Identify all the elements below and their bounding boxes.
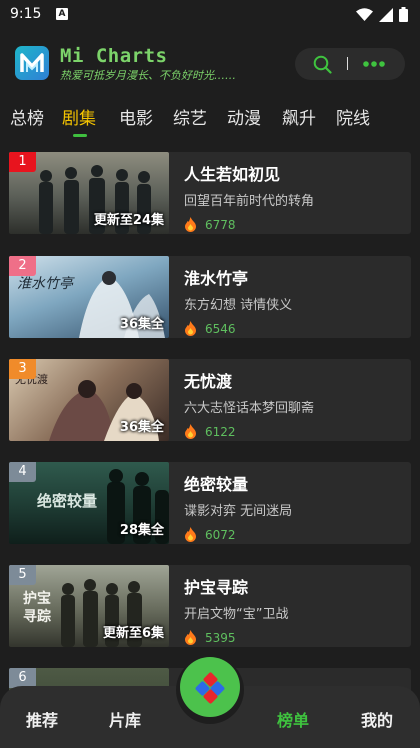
heat-score: 6072 bbox=[205, 528, 236, 542]
battery-icon bbox=[399, 7, 408, 22]
svg-text:绝密较量: 绝密较量 bbox=[37, 492, 97, 510]
poster-image: 1 更新至24集 bbox=[9, 152, 169, 234]
tab-anime[interactable]: 动漫 bbox=[227, 104, 261, 129]
fire-icon bbox=[185, 321, 196, 336]
fire-icon bbox=[185, 217, 196, 232]
list-item[interactable]: 护宝 寻踪 5 更新至6集 护宝寻踪 开启文物“宝”卫战 5395 bbox=[9, 565, 411, 647]
cube-icon bbox=[195, 672, 225, 704]
svg-text:淮水竹亭: 淮水竹亭 bbox=[17, 276, 75, 292]
list-item[interactable]: 绝密较量 4 28集全 绝密较量 谍影对弈 无间迷局 6072 bbox=[9, 462, 411, 544]
rank-badge: 1 bbox=[9, 152, 36, 172]
fire-icon bbox=[185, 527, 196, 542]
show-title: 护宝寻踪 bbox=[184, 578, 249, 597]
tab-cinema[interactable]: 院线 bbox=[336, 104, 370, 129]
heat-score: 6546 bbox=[205, 322, 236, 336]
wifi-icon bbox=[356, 7, 373, 21]
tab-variety[interactable]: 综艺 bbox=[173, 104, 207, 129]
episode-status: 36集全 bbox=[119, 317, 164, 332]
heat-score: 5395 bbox=[205, 631, 236, 645]
status-time: 9:15 bbox=[10, 6, 42, 22]
episode-status: 更新至24集 bbox=[93, 213, 164, 228]
center-action-button[interactable] bbox=[180, 657, 240, 717]
rank-badge: 6 bbox=[9, 668, 36, 688]
pill-divider bbox=[347, 57, 348, 70]
poster-image: 无忧渡 3 36集全 bbox=[9, 359, 169, 441]
poster-image: 绝密较量 4 28集全 bbox=[9, 462, 169, 544]
fire-icon bbox=[185, 630, 196, 645]
header-actions bbox=[295, 48, 405, 80]
rank-badge: 5 bbox=[9, 565, 36, 585]
show-description: 回望百年前时代的转角 bbox=[184, 194, 315, 209]
app-header: Mi Charts 热爱可抵岁月漫长、不负好时光…… bbox=[0, 40, 420, 90]
status-icons bbox=[356, 7, 408, 22]
notification-a-icon: A bbox=[56, 8, 68, 20]
tab-series[interactable]: 剧集 bbox=[62, 104, 96, 129]
poster-image: 护宝 寻踪 5 更新至6集 bbox=[9, 565, 169, 647]
status-bar: 9:15 A bbox=[0, 0, 420, 30]
nav-charts[interactable]: 榜单 bbox=[277, 707, 309, 731]
rank-badge: 2 bbox=[9, 256, 36, 276]
app-title: Mi Charts bbox=[60, 45, 168, 67]
tab-movies[interactable]: 电影 bbox=[119, 104, 153, 129]
rank-badge: 4 bbox=[9, 462, 36, 482]
fire-icon bbox=[185, 424, 196, 439]
search-icon bbox=[313, 55, 332, 74]
nav-mine[interactable]: 我的 bbox=[361, 707, 393, 731]
show-description: 东方幻想 诗情侠义 bbox=[184, 298, 293, 313]
svg-text:护宝: 护宝 bbox=[23, 590, 51, 607]
heat-score: 6122 bbox=[205, 425, 236, 439]
svg-text:寻踪: 寻踪 bbox=[23, 608, 51, 625]
poster-image: 淮水竹亭 2 36集全 bbox=[9, 256, 169, 338]
list-item[interactable]: 1 更新至24集 人生若如初见 回望百年前时代的转角 6778 bbox=[9, 152, 411, 234]
show-title: 淮水竹亭 bbox=[184, 269, 249, 288]
tab-rising[interactable]: 飙升 bbox=[282, 104, 316, 129]
show-description: 谍影对弈 无间迷局 bbox=[184, 504, 293, 519]
category-tabs: 总榜 剧集 电影 综艺 动漫 飙升 院线 bbox=[0, 104, 420, 140]
mi-charts-logo-icon bbox=[15, 46, 49, 80]
show-description: 六大志怪话本梦回聊斋 bbox=[184, 401, 315, 416]
search-button[interactable] bbox=[313, 55, 332, 78]
list-item[interactable]: 淮水竹亭 2 36集全 淮水竹亭 东方幻想 诗情侠义 6546 bbox=[9, 256, 411, 338]
more-dots-icon bbox=[363, 61, 385, 67]
show-title: 绝密较量 bbox=[184, 475, 249, 494]
list-item[interactable]: 无忧渡 3 36集全 无忧渡 六大志怪话本梦回聊斋 6122 bbox=[9, 359, 411, 441]
tab-overall[interactable]: 总榜 bbox=[10, 104, 44, 129]
heat-score: 6778 bbox=[205, 218, 236, 232]
episode-status: 28集全 bbox=[119, 523, 164, 538]
show-description: 开启文物“宝”卫战 bbox=[184, 607, 289, 622]
episode-status: 36集全 bbox=[119, 420, 164, 435]
show-title: 无忧渡 bbox=[184, 372, 233, 391]
show-title: 人生若如初见 bbox=[184, 165, 281, 184]
app-slogan: 热爱可抵岁月漫长、不负好时光…… bbox=[60, 69, 236, 82]
episode-status: 更新至6集 bbox=[102, 626, 164, 641]
active-tab-indicator bbox=[73, 134, 87, 137]
signal-icon bbox=[379, 7, 393, 22]
nav-recommend[interactable]: 推荐 bbox=[26, 707, 58, 731]
nav-library[interactable]: 片库 bbox=[109, 707, 141, 731]
more-button[interactable] bbox=[359, 52, 389, 76]
rank-badge: 3 bbox=[9, 359, 36, 379]
